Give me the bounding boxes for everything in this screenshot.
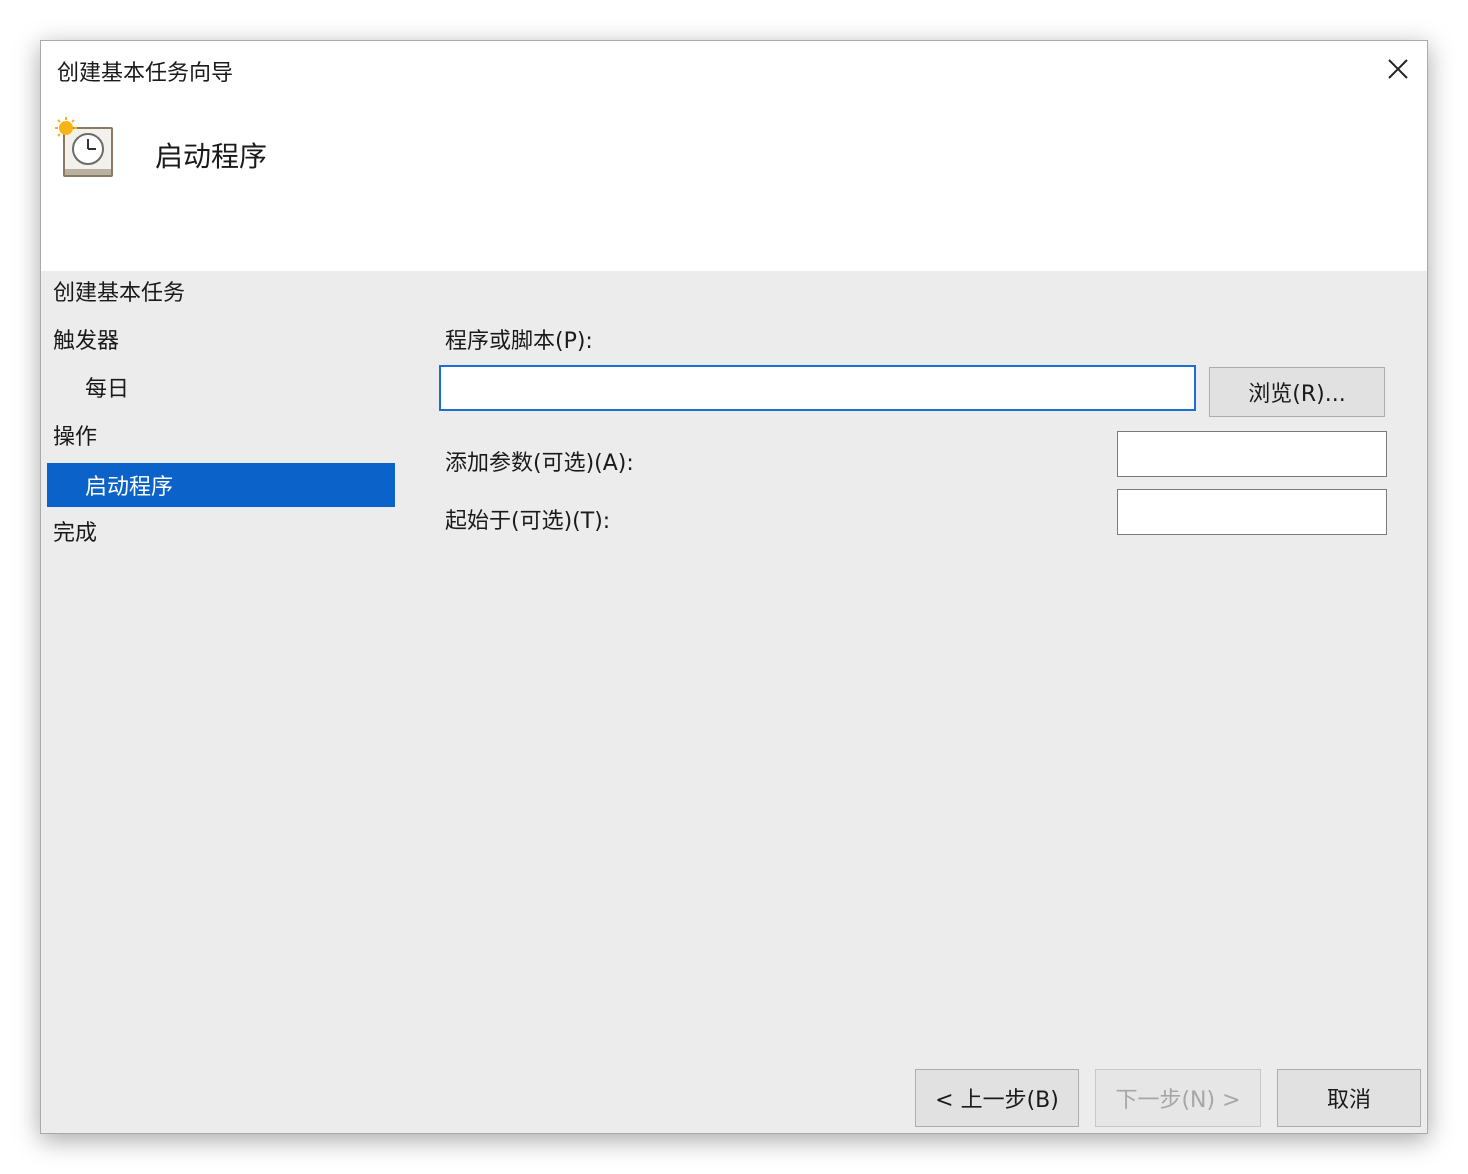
window-title: 创建基本任务向导 [57, 61, 234, 86]
browse-button[interactable]: 浏览(R)... [1209, 367, 1385, 417]
page-heading: 启动程序 [155, 140, 268, 173]
start-in-input[interactable] [1117, 489, 1387, 535]
close-icon [1388, 59, 1408, 79]
dialog-header: 创建基本任务向导 启动程序 [41, 41, 1427, 271]
program-input[interactable] [439, 365, 1196, 411]
nav-item-finish[interactable]: 完成 [53, 515, 97, 547]
program-label: 程序或脚本(P): [445, 329, 593, 354]
nav-item-daily[interactable]: 每日 [85, 371, 129, 403]
nav-item-trigger[interactable]: 触发器 [53, 323, 119, 355]
start-in-label: 起始于(可选)(T): [445, 509, 611, 534]
wizard-dialog: 创建基本任务向导 启动程序 创建基本任务 触发器 每日 操作 启动程序 完成 程… [40, 40, 1428, 1134]
cancel-button[interactable]: 取消 [1277, 1069, 1421, 1127]
close-button[interactable] [1369, 41, 1427, 97]
nav-item-create-task[interactable]: 创建基本任务 [53, 275, 185, 307]
args-label: 添加参数(可选)(A): [445, 451, 634, 476]
next-button[interactable]: 下一步(N) > [1095, 1069, 1261, 1127]
nav-item-start-program-label: 启动程序 [85, 475, 174, 500]
nav-item-start-program[interactable]: 启动程序 [47, 463, 395, 507]
task-scheduler-icon [55, 117, 113, 177]
args-input[interactable] [1117, 431, 1387, 477]
nav-item-action[interactable]: 操作 [53, 419, 97, 451]
desktop-background: 创建基本任务向导 启动程序 创建基本任务 触发器 每日 操作 启动程序 完成 程… [0, 0, 1468, 1174]
back-button[interactable]: < 上一步(B) [915, 1069, 1079, 1127]
